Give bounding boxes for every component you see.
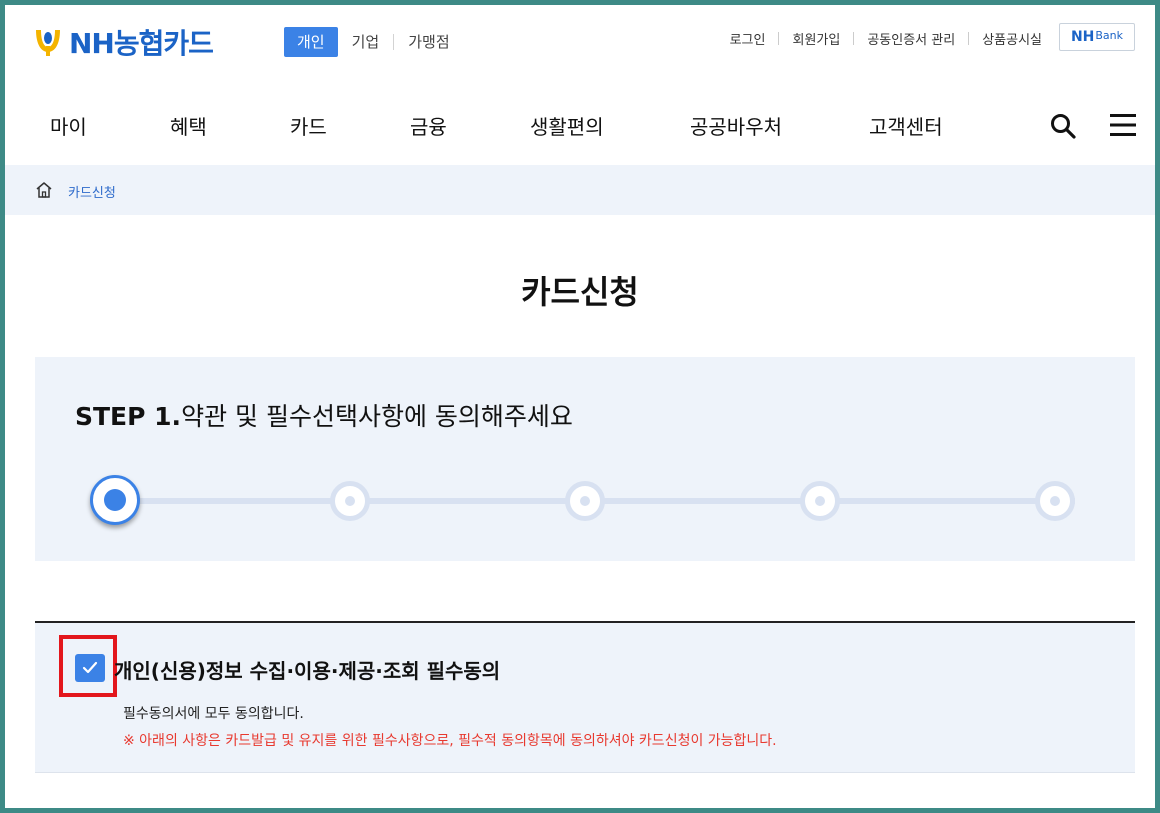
step-heading: STEP 1.약관 및 필수선택사항에 동의해주세요 (75, 397, 573, 433)
step-label: STEP 1. (75, 402, 182, 431)
tab-business[interactable]: 기업 (338, 27, 394, 57)
nav-public-voucher[interactable]: 공공바우처 (690, 111, 782, 140)
nhbank-bank-text: Bank (1095, 28, 1124, 42)
breadcrumb: 카드신청 (5, 165, 1155, 215)
certificate-link[interactable]: 공동인증서 관리 (854, 29, 968, 48)
step-text: 약관 및 필수선택사항에 동의해주세요 (181, 402, 573, 431)
signup-link[interactable]: 회원가입 (779, 29, 853, 48)
nav-lifestyle[interactable]: 생활편의 (530, 111, 604, 140)
consent-all-checkbox[interactable] (75, 654, 105, 682)
nav-customer-center[interactable]: 고객센터 (869, 111, 943, 140)
tab-personal[interactable]: 개인 (284, 27, 338, 57)
nav-finance[interactable]: 금융 (410, 111, 447, 140)
breadcrumb-current[interactable]: 카드신청 (68, 182, 116, 201)
nh-bank-link[interactable]: NH Bank (1059, 23, 1135, 51)
consent-warning: ※ 아래의 사항은 카드발급 및 유지를 위한 필수사항으로, 필수적 동의항목… (123, 733, 777, 749)
nav-my[interactable]: 마이 (50, 111, 87, 140)
step-indicator-2[interactable] (330, 481, 370, 521)
step-indicator-5[interactable] (1035, 481, 1075, 521)
home-icon[interactable] (35, 181, 53, 199)
hamburger-menu-icon[interactable] (1110, 113, 1136, 137)
browser-viewport: NH농협카드 개인 기업 가맹점 로그인 회원가입 공동인증서 관리 상품공시실… (5, 5, 1155, 808)
page-title: 카드신청 (521, 273, 639, 311)
logo-text: NH농협카드 (69, 27, 214, 60)
consent-section: 개인(신용)정보 수집·이용·제공·조회 필수동의 필수동의서에 모두 동의합니… (35, 621, 1135, 773)
tab-merchant[interactable]: 가맹점 (394, 27, 463, 57)
consent-title[interactable]: 개인(신용)정보 수집·이용·제공·조회 필수동의 (114, 655, 500, 684)
consent-description: 필수동의서에 모두 동의합니다. (123, 706, 304, 722)
step-indicator-4[interactable] (800, 481, 840, 521)
nav-benefits[interactable]: 혜택 (170, 111, 207, 140)
checkmark-icon (82, 661, 98, 674)
nav-card[interactable]: 카드 (290, 111, 327, 140)
step-panel: STEP 1.약관 및 필수선택사항에 동의해주세요 (35, 357, 1135, 561)
product-disclosure-link[interactable]: 상품공시실 (969, 29, 1055, 48)
customer-type-tabs: 개인 기업 가맹점 (284, 27, 464, 57)
step-indicator-1[interactable] (90, 475, 140, 525)
main-navigation: 마이 혜택 카드 금융 생활편의 공공바우처 고객센터 (5, 103, 1155, 147)
step-indicator-3[interactable] (565, 481, 605, 521)
utility-links: 로그인 회원가입 공동인증서 관리 상품공시실 (717, 29, 1055, 48)
search-icon[interactable] (1050, 113, 1076, 139)
nhbank-nh-text: NH (1070, 29, 1095, 45)
login-link[interactable]: 로그인 (717, 29, 779, 48)
nh-logo-icon (33, 26, 63, 58)
nh-card-logo[interactable]: NH농협카드 (33, 25, 214, 60)
